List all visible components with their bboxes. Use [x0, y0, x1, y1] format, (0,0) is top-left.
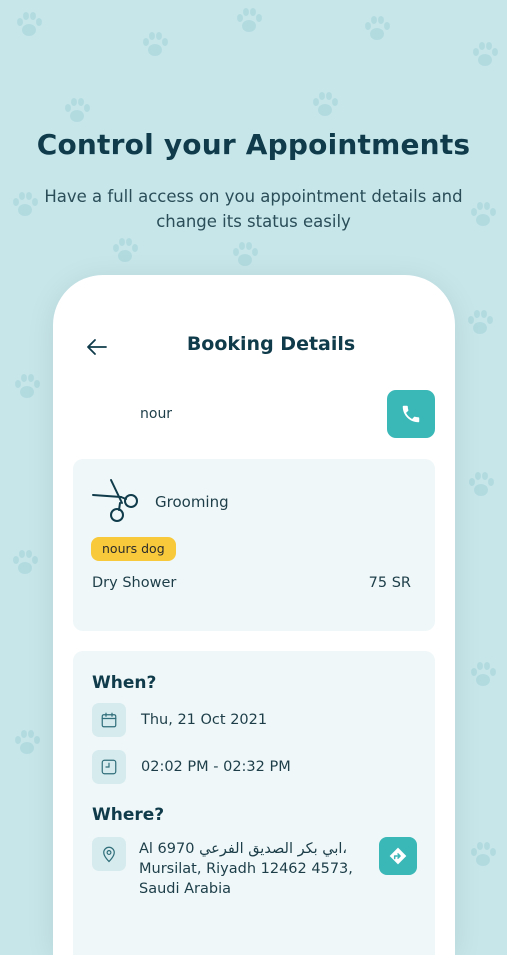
- clock-icon: [101, 759, 117, 775]
- directions-icon: [389, 847, 407, 865]
- appointment-address: Al 6970 ابي بكر الصديق الفرعي، Mursilat,…: [139, 841, 353, 897]
- paw-icon: [473, 42, 498, 66]
- paw-icon: [471, 842, 496, 866]
- paw-icon: [365, 16, 390, 40]
- paw-icon: [15, 374, 40, 398]
- phone-icon: [402, 405, 420, 423]
- paw-icon: [17, 12, 42, 36]
- paw-icon: [143, 32, 168, 56]
- paw-icon: [233, 242, 258, 266]
- paw-icon: [65, 98, 90, 122]
- appointment-date: Thu, 21 Oct 2021: [141, 712, 268, 728]
- paw-icon: [471, 202, 496, 226]
- service-item-name: Dry Shower: [92, 575, 177, 591]
- subtitle: Have a full access on you appointment de…: [44, 187, 463, 231]
- paw-icon: [313, 92, 338, 116]
- paw-icon: [469, 472, 494, 496]
- location-pin-icon: [103, 846, 115, 863]
- paw-icon: [113, 238, 138, 262]
- where-title: Where?: [92, 805, 165, 825]
- call-button[interactable]: [387, 390, 435, 438]
- pet-badge: nours dog: [91, 537, 176, 561]
- headline: Control your Appointments: [36, 128, 471, 161]
- customer-name: nour: [140, 406, 173, 422]
- clock-icon-box: [92, 750, 126, 784]
- paw-icon: [13, 550, 38, 574]
- service-name: Grooming: [155, 493, 229, 511]
- service-card: Grooming nours dog Dry Shower 75 SR: [73, 459, 435, 631]
- paw-icon: [13, 192, 38, 216]
- paw-icon: [237, 8, 262, 32]
- paw-icon: [468, 310, 493, 334]
- screen-title: Booking Details: [186, 333, 356, 355]
- when-title: When?: [92, 673, 157, 693]
- location-icon-box: [92, 837, 126, 871]
- phone-screen: Booking Details nour Grooming nours dog …: [53, 275, 455, 955]
- appointment-details-card: When? Thu, 21 Oct 2021 02:02 PM - 02:32 …: [73, 651, 435, 955]
- appointment-time: 02:02 PM - 02:32 PM: [141, 759, 291, 775]
- calendar-icon: [101, 712, 117, 728]
- directions-button[interactable]: [379, 837, 417, 875]
- service-item-price: 75 SR: [368, 575, 411, 591]
- paw-icon: [471, 662, 496, 686]
- scissors-icon: [92, 479, 138, 522]
- calendar-icon-box: [92, 703, 126, 737]
- paw-icon: [15, 730, 40, 754]
